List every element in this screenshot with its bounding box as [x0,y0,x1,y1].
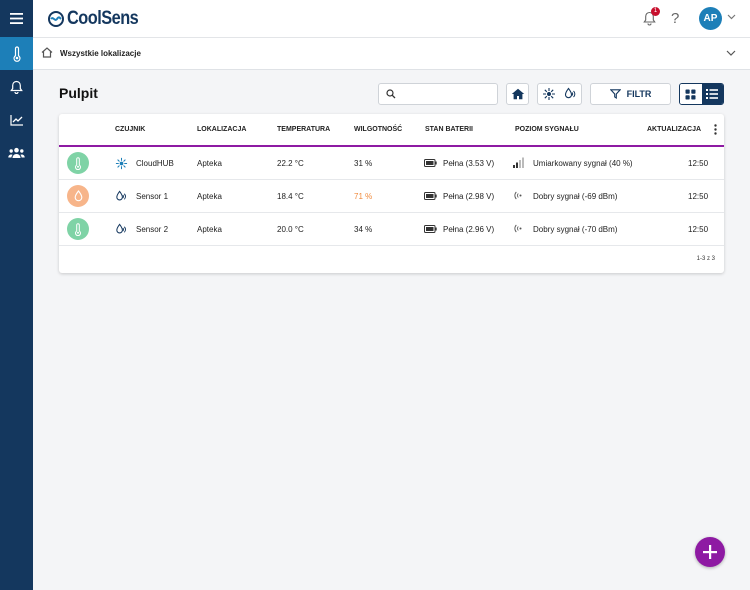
sensor-updated: 12:50 [688,225,709,234]
menu-button[interactable] [0,2,33,35]
radio-signal-icon [514,191,522,200]
sensor-name: Sensor 1 [136,192,169,201]
sensor-name: Sensor 2 [136,225,169,234]
filter-label: FILTR [626,89,652,99]
droplet-icon [74,190,82,202]
column-header-updated[interactable]: AKTUALIZACJA [647,126,701,133]
location-label: Wszystkie lokalizacje [60,49,141,58]
coolsens-logo-icon [48,11,64,27]
sensor-updated: 12:50 [688,192,709,201]
notification-badge: 1 [651,7,660,16]
sensor-updated: 12:50 [688,159,709,168]
filter-hubs-button[interactable] [538,84,560,104]
filter-button[interactable]: FILTR [590,83,671,105]
grid-view-button[interactable] [680,84,702,104]
grid-icon [685,89,696,99]
sidebar-item-alarms[interactable] [0,70,33,103]
device-type-toggle [537,83,582,105]
status-ok-badge [67,152,89,174]
search-input[interactable] [401,86,493,102]
search-icon [386,89,396,99]
sensor-location: Apteka [197,225,222,234]
hamburger-icon [10,13,23,24]
sidebar-item-users[interactable] [0,136,33,169]
sensor-name: CloudHUB [136,159,174,168]
sensors-table: CZUJNIK LOKALIZACJA TEMPERATURA WILGOTNO… [59,114,724,273]
brand-logo[interactable]: CoolSens [48,8,150,30]
bell-icon [10,80,23,94]
page-title: Pulpit [59,85,98,101]
hub-icon [542,88,555,100]
user-avatar[interactable]: AP [699,7,722,30]
table-header: CZUJNIK LOKALIZACJA TEMPERATURA WILGOTNO… [59,114,724,147]
column-header-temperature[interactable]: TEMPERATURA [277,126,330,133]
sensor-signal: Umiarkowany sygnał (40 %) [533,159,633,168]
brand-name: CoolSens [67,8,139,29]
filter-funnel-icon [609,89,621,99]
sensor-signal: Dobry sygnał (-69 dBm) [533,192,618,201]
sensor-humidity: 34 % [354,225,373,234]
sidebar-item-reports[interactable] [0,103,33,136]
sensor-temperature: 20.0 °C [277,225,304,234]
sensor-location: Apteka [197,159,222,168]
users-icon [8,147,25,158]
sensor-temperature: 22.2 °C [277,159,304,168]
home-filled-icon [511,88,524,100]
home-icon [41,47,53,58]
status-ok-badge [67,218,89,240]
thermometer-icon [75,156,81,170]
chart-line-icon [9,114,23,126]
sensor-icon [565,87,576,99]
table-row[interactable]: CloudHUB Apteka 22.2 °C 31 % Pełna (3.53… [59,147,724,180]
thermometer-icon [75,222,81,236]
battery-full-icon [424,192,437,200]
plus-icon [703,545,717,559]
table-row[interactable]: Sensor 1 Apteka 18.4 °C 71 % Pełna (2.98… [59,180,724,213]
thermometer-icon [12,45,21,62]
column-header-location[interactable]: LOKALIZACJA [197,126,246,133]
column-header-humidity[interactable]: WILGOTNOŚĆ [354,126,402,133]
chevron-down-icon[interactable] [727,14,736,20]
help-button[interactable]: ? [671,10,679,27]
battery-full-icon [424,159,437,167]
sidebar [0,0,33,590]
column-header-battery[interactable]: STAN BATERII [425,126,473,133]
column-options-kebab-icon[interactable] [714,124,717,135]
top-header: CoolSens 1 ? AP [33,0,750,38]
sensor-temperature: 18.4 °C [277,192,304,201]
sensor-battery: Pełna (3.53 V) [443,159,495,168]
sensor-humidity-alert: 71 % [354,192,373,201]
sensor-icon [116,190,126,201]
list-view-button[interactable] [701,84,723,104]
list-icon [706,89,719,99]
hub-icon [115,157,128,170]
sensor-battery: Pełna (2.98 V) [443,192,495,201]
battery-full-icon [424,225,437,233]
table-row[interactable]: Sensor 2 Apteka 20.0 °C 34 % Pełna (2.96… [59,213,724,246]
search-box[interactable] [378,83,498,105]
sensor-icon [116,223,126,234]
signal-bars-icon [513,157,524,168]
add-sensor-button[interactable] [695,537,725,567]
view-mode-toggle [679,83,724,105]
pagination-info: 1-3 z 3 [696,256,715,262]
sensor-signal: Dobry sygnał (-70 dBm) [533,225,618,234]
sensor-humidity: 31 % [354,159,373,168]
radio-signal-icon [514,224,522,233]
column-header-signal[interactable]: POZIOM SYGNAŁU [515,126,579,133]
location-selector[interactable]: Wszystkie lokalizacje [33,38,750,70]
sidebar-item-sensors[interactable] [0,37,33,70]
status-warning-badge [67,185,89,207]
column-header-sensor[interactable]: CZUJNIK [115,126,145,133]
chevron-down-icon[interactable] [726,50,736,56]
sensor-location: Apteka [197,192,222,201]
filter-locations-button[interactable] [506,83,529,105]
filter-sensors-button[interactable] [560,84,582,104]
sensor-battery: Pełna (2.96 V) [443,225,495,234]
